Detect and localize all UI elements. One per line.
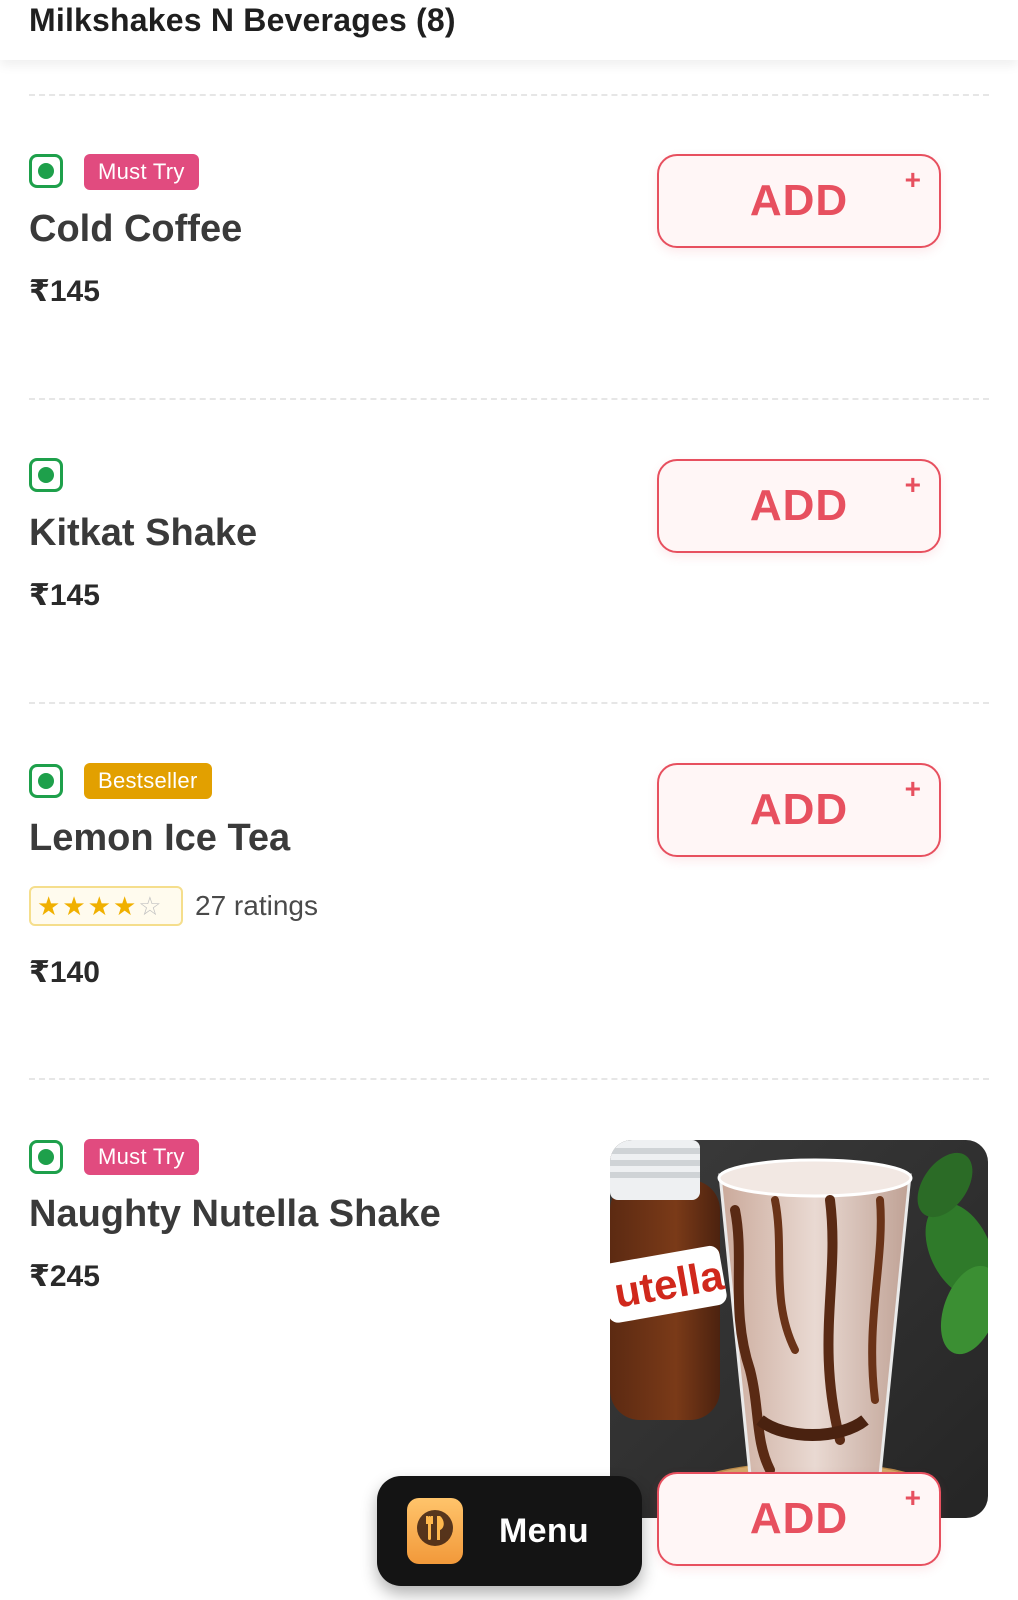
star-filled-icon: ★ bbox=[62, 891, 86, 921]
add-button-label: ADD bbox=[749, 481, 849, 530]
veg-indicator-icon bbox=[29, 154, 63, 188]
star-filled-icon: ★ bbox=[37, 891, 61, 921]
star-filled-icon: ★ bbox=[112, 891, 137, 921]
item-divider bbox=[29, 1078, 989, 1080]
add-button[interactable]: ADD + bbox=[657, 763, 941, 857]
add-button-label: ADD bbox=[749, 1494, 849, 1543]
item-divider bbox=[29, 702, 989, 704]
item-name: Naughty Nutella Shake bbox=[29, 1193, 441, 1235]
item-name: Kitkat Shake bbox=[29, 512, 258, 554]
menu-floating-button[interactable]: Menu bbox=[377, 1476, 642, 1586]
veg-indicator-icon bbox=[29, 764, 63, 798]
cutlery-icon bbox=[407, 1498, 463, 1564]
item-divider bbox=[29, 94, 989, 96]
add-button-label: ADD bbox=[749, 785, 849, 834]
rating-count: 27 ratings bbox=[195, 890, 318, 921]
add-button-label: ADD bbox=[749, 176, 849, 225]
item-name: Lemon Ice Tea bbox=[29, 817, 291, 859]
plus-icon: + bbox=[904, 469, 921, 500]
item-price: ₹145 bbox=[29, 579, 100, 612]
nutella-shake-photo: utella bbox=[610, 1140, 988, 1518]
star-empty-icon: ☆ bbox=[138, 891, 162, 921]
product-image[interactable]: utella bbox=[610, 1140, 988, 1518]
rating-stars: ★ ★ ★ ★ ☆ bbox=[29, 886, 183, 926]
add-button[interactable]: ADD + bbox=[657, 154, 941, 248]
item-name: Cold Coffee bbox=[29, 208, 243, 250]
item-price: ₹245 bbox=[29, 1260, 100, 1293]
menu-button-label: Menu bbox=[499, 1512, 589, 1550]
plus-icon: + bbox=[904, 1482, 921, 1513]
item-price: ₹140 bbox=[29, 956, 100, 989]
section-title: Milkshakes N Beverages (8) bbox=[29, 2, 456, 38]
must-try-badge: Must Try bbox=[84, 1139, 199, 1175]
item-divider bbox=[29, 398, 989, 400]
add-button[interactable]: ADD + bbox=[657, 1472, 941, 1566]
plus-icon: + bbox=[904, 773, 921, 804]
plus-icon: + bbox=[904, 164, 921, 195]
cutlery-glyph bbox=[417, 1510, 453, 1546]
veg-indicator-icon bbox=[29, 1140, 63, 1174]
item-price: ₹145 bbox=[29, 275, 100, 308]
must-try-badge: Must Try bbox=[84, 154, 199, 190]
veg-indicator-icon bbox=[29, 458, 63, 492]
section-header: Milkshakes N Beverages (8) bbox=[0, 0, 1018, 60]
add-button[interactable]: ADD + bbox=[657, 459, 941, 553]
bestseller-badge: Bestseller bbox=[84, 763, 212, 799]
star-filled-icon: ★ bbox=[87, 891, 111, 921]
